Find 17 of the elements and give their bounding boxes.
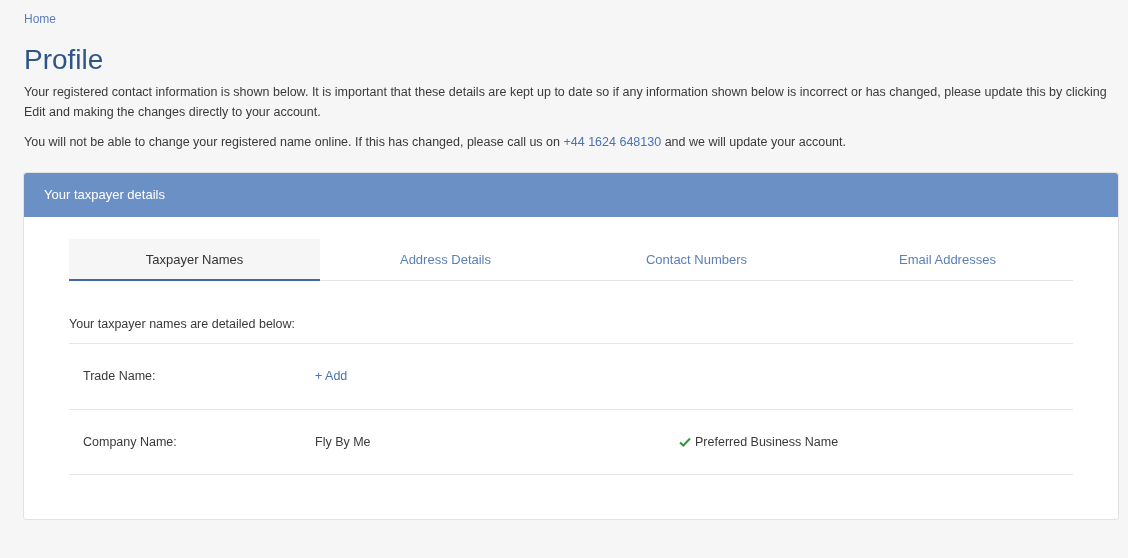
notice-paragraph: You will not be able to change your registered name online. If this has changed, please call us on +44 1624 648130 and we will update your account.	[24, 134, 847, 152]
breadcrumb-link[interactable]: Home	[24, 12, 56, 26]
status-text: Preferred Business Name	[695, 433, 839, 451]
field-label: Company Name:	[83, 434, 177, 449]
check-icon	[679, 437, 691, 448]
field-value: Fly By Me	[315, 434, 371, 449]
tab[interactable]: Contact Numbers	[571, 238, 822, 282]
add-link[interactable]: + Add	[315, 369, 348, 384]
field-label: Trade Name:	[83, 369, 156, 384]
intro-paragraph: Your registered contact information is shown below. It is important that these details are kept up to date so if any information shown below is incorrect or has changed, please update this by clicking Edit and making the changes directly to your account.	[24, 84, 1108, 122]
tab[interactable]: Address Details	[320, 238, 571, 282]
phone-link[interactable]: +44 1624 648130	[563, 135, 662, 150]
page-title: Profile	[24, 42, 105, 77]
tab[interactable]: Email Addresses	[822, 238, 1073, 282]
tab[interactable]: Taxpayer Names	[69, 238, 320, 282]
panel-header: Your taxpayer details	[24, 173, 1118, 217]
description-text: Your taxpayer names are detailed below:	[69, 316, 297, 334]
